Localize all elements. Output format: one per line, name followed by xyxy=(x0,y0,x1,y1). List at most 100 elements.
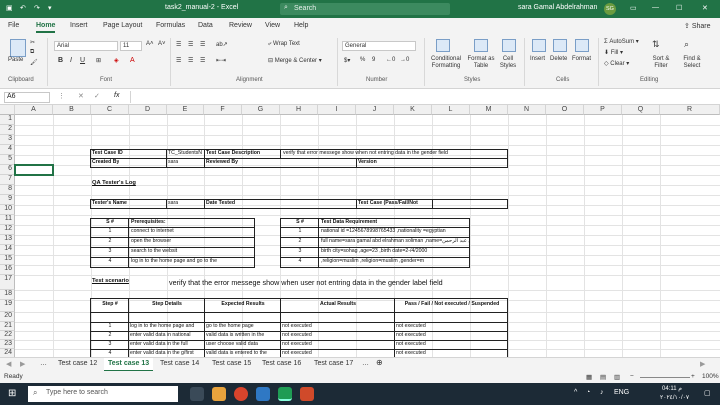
prereq-text[interactable]: log in to the home page and go to the xyxy=(130,257,255,266)
row-header[interactable]: 17 xyxy=(0,275,15,290)
step-number[interactable]: 3 xyxy=(91,340,128,349)
data-number[interactable]: 3 xyxy=(281,247,318,256)
borders-icon[interactable]: ⊞ xyxy=(96,57,101,64)
increase-decimal-icon[interactable]: ←0 xyxy=(386,57,395,63)
sheet-tab[interactable]: Test case 16 xyxy=(262,360,301,367)
col-header[interactable]: I xyxy=(318,105,356,115)
col-header[interactable]: L xyxy=(432,105,470,115)
row-header[interactable]: 18 xyxy=(0,290,15,300)
expected-results-header[interactable]: Expected Results xyxy=(205,300,280,309)
prereq-header[interactable]: Prerequisites: xyxy=(130,218,166,227)
browser-icon[interactable] xyxy=(256,387,270,401)
row-header[interactable]: 2 xyxy=(0,125,15,135)
step-actual[interactable]: not executed xyxy=(281,322,394,331)
delete-cells-button[interactable]: Delete xyxy=(550,56,567,62)
more-sheets-icon[interactable]: … xyxy=(40,360,47,367)
task-view-icon[interactable] xyxy=(190,387,204,401)
data-sno-header[interactable]: S # xyxy=(281,218,318,227)
row-header[interactable]: 3 xyxy=(0,135,15,145)
row-header[interactable]: 13 xyxy=(0,235,15,245)
clock-time[interactable]: 04:11 م xyxy=(662,385,682,392)
row-header[interactable]: 24 xyxy=(0,349,15,357)
cancel-icon[interactable]: ✕ xyxy=(78,92,84,100)
delete-cells-icon[interactable] xyxy=(553,39,567,52)
clock-date[interactable]: ٢٠٢٤/١٠/٠٧ xyxy=(660,394,689,401)
sheet-tab[interactable]: Test case 17 xyxy=(314,360,353,367)
col-header[interactable]: Q xyxy=(622,105,660,115)
test-data-header[interactable]: Test Data Requirement xyxy=(320,218,377,227)
format-cells-icon[interactable] xyxy=(575,39,589,52)
created-by-value[interactable]: sara xyxy=(167,158,178,167)
windows-start-icon[interactable]: ⊞ xyxy=(8,388,16,399)
save-icon[interactable]: ▣ xyxy=(6,4,13,12)
align-top-icon[interactable]: ☰ xyxy=(176,41,181,48)
row-header[interactable]: 4 xyxy=(0,145,15,155)
row-header[interactable]: 1 xyxy=(0,115,15,125)
format-as-table-icon[interactable] xyxy=(474,39,488,52)
redo-icon[interactable]: ↷ xyxy=(34,4,40,12)
step-actual[interactable]: not executed xyxy=(281,349,394,357)
maximize-icon[interactable]: ☐ xyxy=(676,4,682,12)
row-header[interactable]: 10 xyxy=(0,205,15,215)
col-header[interactable]: G xyxy=(242,105,280,115)
prereq-number[interactable]: 1 xyxy=(91,227,128,236)
tab-formulas[interactable]: Formulas xyxy=(156,22,185,29)
step-detail[interactable]: enter valid data in the g/first xyxy=(129,349,204,357)
created-by-label[interactable]: Created By xyxy=(91,158,119,167)
orientation-icon[interactable]: ab↗ xyxy=(216,41,228,48)
font-color-icon[interactable]: A xyxy=(130,57,135,64)
select-all-corner[interactable] xyxy=(0,105,15,115)
clear-button[interactable]: ◇ Clear ▾ xyxy=(604,60,629,67)
cut-icon[interactable]: ✂ xyxy=(30,39,35,46)
col-header[interactable]: C xyxy=(91,105,129,115)
row-header[interactable]: 11 xyxy=(0,215,15,225)
cell-styles-icon[interactable] xyxy=(502,39,516,52)
step-detail[interactable]: log in to the home page and xyxy=(129,322,204,331)
test-scenario-label[interactable]: Test scenario xyxy=(91,277,129,286)
format-as-table-button[interactable]: Format as Table xyxy=(466,56,496,70)
scroll-left-icon[interactable]: ◀ xyxy=(6,360,11,368)
step-expected[interactable]: valid data is written in the xyxy=(205,331,280,340)
enter-icon[interactable]: ✓ xyxy=(94,92,100,100)
worksheet-grid[interactable]: A B C D E F G H I J K L M N O P Q R 1 2 … xyxy=(0,105,720,357)
conditional-formatting-icon[interactable] xyxy=(436,39,450,52)
page-break-icon[interactable]: ▥ xyxy=(614,373,620,381)
format-cells-button[interactable]: Format xyxy=(572,56,591,62)
tab-data[interactable]: Data xyxy=(198,22,213,29)
comma-button[interactable]: 9 xyxy=(372,57,375,63)
tab-home[interactable]: Home xyxy=(36,22,56,33)
test-case-id-value[interactable]: TC_StudentsN xyxy=(167,149,204,158)
step-details-header[interactable]: Step Details xyxy=(129,300,204,309)
qat-customize-icon[interactable]: ▾ xyxy=(48,4,52,12)
file-explorer-icon[interactable] xyxy=(212,387,226,401)
row-header[interactable]: 23 xyxy=(0,340,15,349)
col-header[interactable]: F xyxy=(204,105,242,115)
zoom-slider[interactable] xyxy=(640,377,690,378)
row-header[interactable]: 16 xyxy=(0,265,15,275)
prereq-sno-header[interactable]: S # xyxy=(91,218,128,227)
col-header[interactable]: R xyxy=(660,105,720,115)
sheet-tab[interactable]: Test case 14 xyxy=(160,360,199,367)
font-size-select[interactable]: 11 xyxy=(120,41,142,51)
number-format-select[interactable]: General xyxy=(342,41,416,51)
tab-insert[interactable]: Insert xyxy=(70,22,88,29)
row-header[interactable]: 7 xyxy=(0,175,15,185)
data-text[interactable]: full name=sara gamal abd elrahman solima… xyxy=(320,237,470,246)
col-header[interactable]: B xyxy=(53,105,91,115)
row-header[interactable]: 6 xyxy=(0,165,15,175)
sheet-tab[interactable]: Test case 12 xyxy=(58,360,97,367)
find-select-button[interactable]: Find & Select xyxy=(678,56,706,70)
chrome-icon[interactable] xyxy=(234,387,248,401)
col-header[interactable]: N xyxy=(508,105,546,115)
col-header[interactable]: D xyxy=(129,105,167,115)
align-right-icon[interactable]: ☰ xyxy=(200,57,205,64)
scroll-right-icon[interactable]: ▶ xyxy=(20,360,25,368)
paste-icon[interactable] xyxy=(10,39,26,57)
tester-name-label[interactable]: Tester's Name xyxy=(91,199,127,208)
data-text[interactable]: birth city=sohag ,age=23 ,birth date=2-/… xyxy=(320,247,470,256)
prereq-text[interactable]: open the browser xyxy=(130,237,255,246)
row-header[interactable]: 22 xyxy=(0,331,15,340)
formula-input[interactable] xyxy=(130,91,716,103)
step-actual[interactable]: not executed xyxy=(281,331,394,340)
excel-icon[interactable] xyxy=(278,387,292,401)
